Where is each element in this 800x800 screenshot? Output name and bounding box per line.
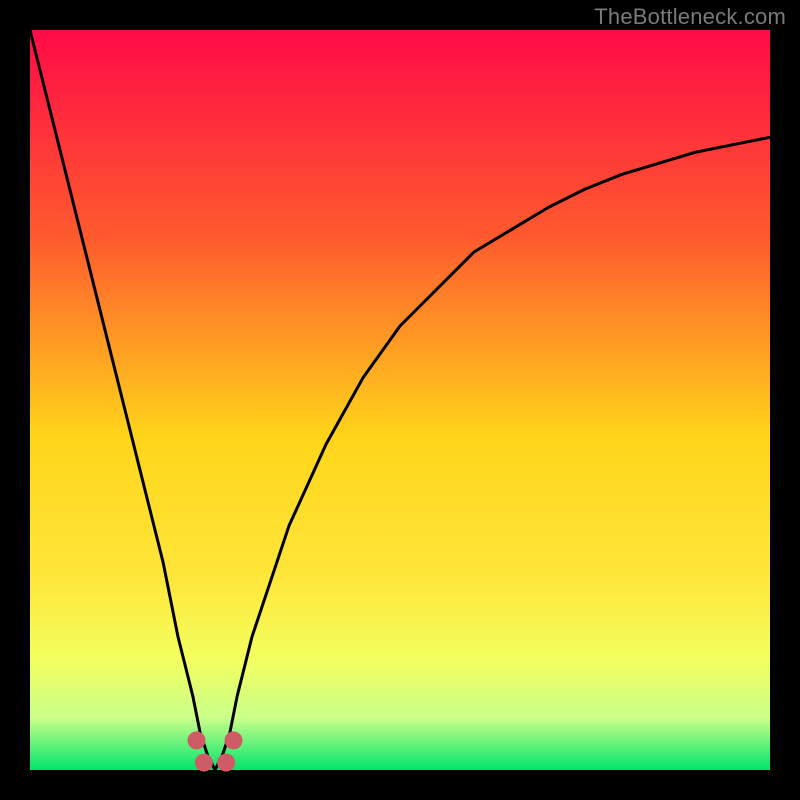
optimal-marker — [225, 731, 243, 749]
watermark-text: TheBottleneck.com — [594, 4, 786, 30]
optimal-marker — [188, 731, 206, 749]
optimal-marker — [217, 754, 235, 772]
gradient-background — [30, 30, 770, 770]
chart-container: { "watermark": "TheBottleneck.com", "cha… — [0, 0, 800, 800]
optimal-marker — [195, 754, 213, 772]
bottleneck-chart — [0, 0, 800, 800]
